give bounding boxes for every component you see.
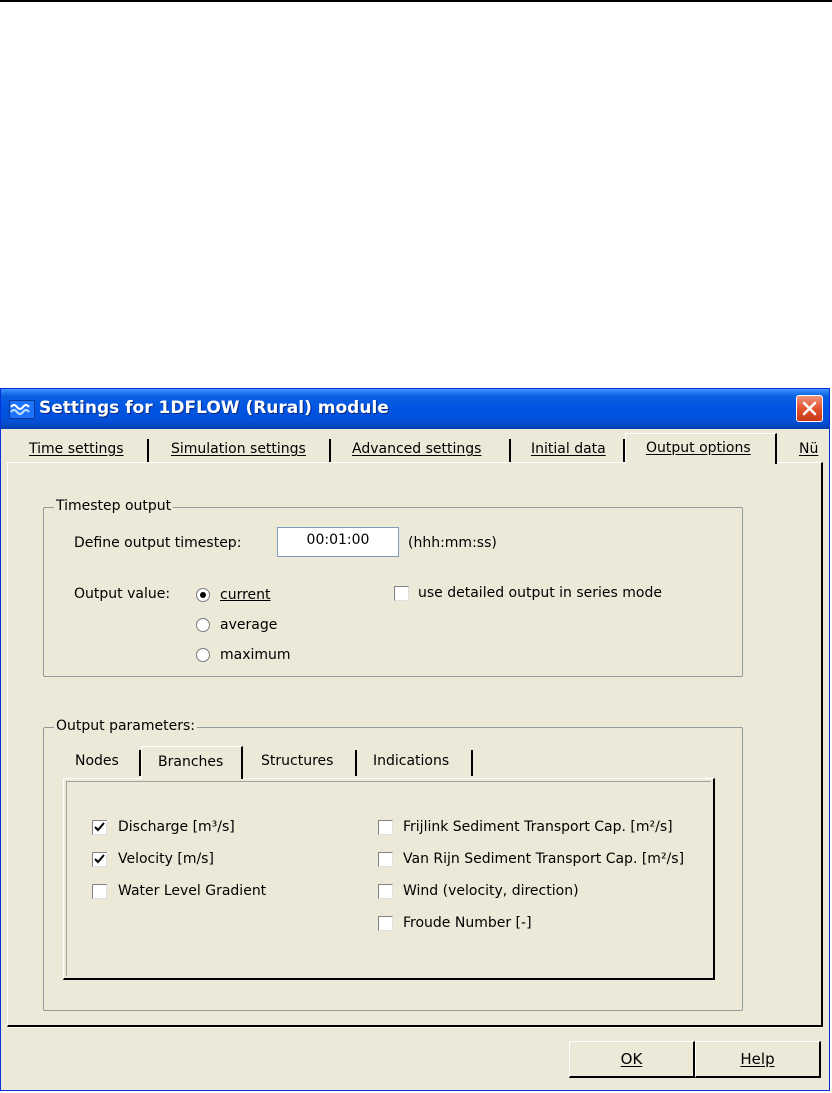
tab-label: Initial data <box>531 441 606 457</box>
detailed-output-checkbox[interactable] <box>394 586 409 601</box>
radio-current-label[interactable]: current <box>220 587 271 603</box>
detailed-output-label[interactable]: use detailed output in series mode <box>418 585 662 601</box>
tab-advanced-settings[interactable]: Advanced settings <box>331 439 511 463</box>
water-level-gradient-checkbox[interactable] <box>92 884 107 899</box>
frijlink-label[interactable]: Frijlink Sediment Transport Cap. [m²/s] <box>403 819 673 835</box>
tab-label: Branches <box>158 754 224 770</box>
help-button[interactable]: Help <box>695 1041 821 1078</box>
tab-simulation-settings[interactable]: Simulation settings <box>149 439 331 463</box>
tab-label: Simulation settings <box>171 441 306 457</box>
output-value-label: Output value: <box>74 586 171 602</box>
settings-dialog: Settings for 1DFLOW (Rural) module Time … <box>0 388 830 1091</box>
close-icon <box>802 401 817 416</box>
tab-indications[interactable]: Indications <box>357 750 473 776</box>
title-bar[interactable]: Settings for 1DFLOW (Rural) module <box>1 389 829 429</box>
tab-label: Nodes <box>75 753 119 769</box>
froude-checkbox[interactable] <box>378 916 393 931</box>
checkmark-icon <box>94 822 105 832</box>
van-rijn-label[interactable]: Van Rijn Sediment Transport Cap. [m²/s] <box>403 851 684 867</box>
tab-nu[interactable]: Nü <box>777 439 829 463</box>
wind-label[interactable]: Wind (velocity, direction) <box>403 883 579 899</box>
tab-nodes[interactable]: Nodes <box>63 750 141 776</box>
timestep-output-legend: Timestep output <box>54 498 174 514</box>
tab-branches[interactable]: Branches <box>141 746 243 779</box>
tab-output-options[interactable]: Output options <box>625 433 777 464</box>
help-button-label: Help <box>740 1050 775 1068</box>
radio-maximum[interactable] <box>196 648 210 662</box>
parameters-tab-strip: Nodes Branches Structures Indications <box>63 746 483 779</box>
frijlink-checkbox[interactable] <box>378 820 393 835</box>
van-rijn-checkbox[interactable] <box>378 852 393 867</box>
timestep-format-hint: (hhh:mm:ss) <box>408 535 497 551</box>
main-tab-strip: Time settings Simulation settings Advanc… <box>1 429 829 464</box>
discharge-label[interactable]: Discharge [m³/s] <box>118 819 235 835</box>
output-parameters-legend: Output parameters: <box>54 718 198 734</box>
branches-panel-inset <box>66 781 711 976</box>
tab-time-settings[interactable]: Time settings <box>21 439 149 463</box>
tab-label: Output options <box>646 440 751 456</box>
water-waves-icon <box>9 400 35 419</box>
define-timestep-label: Define output timestep: <box>74 535 242 551</box>
close-button[interactable] <box>796 395 823 422</box>
radio-average-label[interactable]: average <box>220 617 277 633</box>
velocity-checkbox[interactable] <box>92 852 107 867</box>
water-level-gradient-label[interactable]: Water Level Gradient <box>118 883 266 899</box>
top-divider-line <box>0 0 832 2</box>
velocity-label[interactable]: Velocity [m/s] <box>118 851 214 867</box>
tab-initial-data[interactable]: Initial data <box>511 439 625 463</box>
tab-label: Structures <box>261 753 334 769</box>
tab-label: Indications <box>373 753 450 769</box>
branches-panel <box>63 778 715 980</box>
radio-current[interactable] <box>196 588 210 602</box>
tab-label: Time settings <box>29 441 124 457</box>
radio-maximum-label[interactable]: maximum <box>220 647 291 663</box>
wind-checkbox[interactable] <box>378 884 393 899</box>
footer-divider <box>7 1027 823 1028</box>
radio-average[interactable] <box>196 618 210 632</box>
tab-structures[interactable]: Structures <box>243 750 357 776</box>
timestep-input[interactable]: 00:01:00 <box>277 527 399 557</box>
tab-label: Nü <box>799 441 819 457</box>
ok-button[interactable]: OK <box>569 1041 695 1078</box>
froude-label[interactable]: Froude Number [-] <box>403 915 532 931</box>
tab-label: Advanced settings <box>352 441 482 457</box>
window-title: Settings for 1DFLOW (Rural) module <box>39 398 389 418</box>
ok-button-label: OK <box>620 1050 643 1068</box>
checkmark-icon <box>94 854 105 864</box>
discharge-checkbox[interactable] <box>92 820 107 835</box>
